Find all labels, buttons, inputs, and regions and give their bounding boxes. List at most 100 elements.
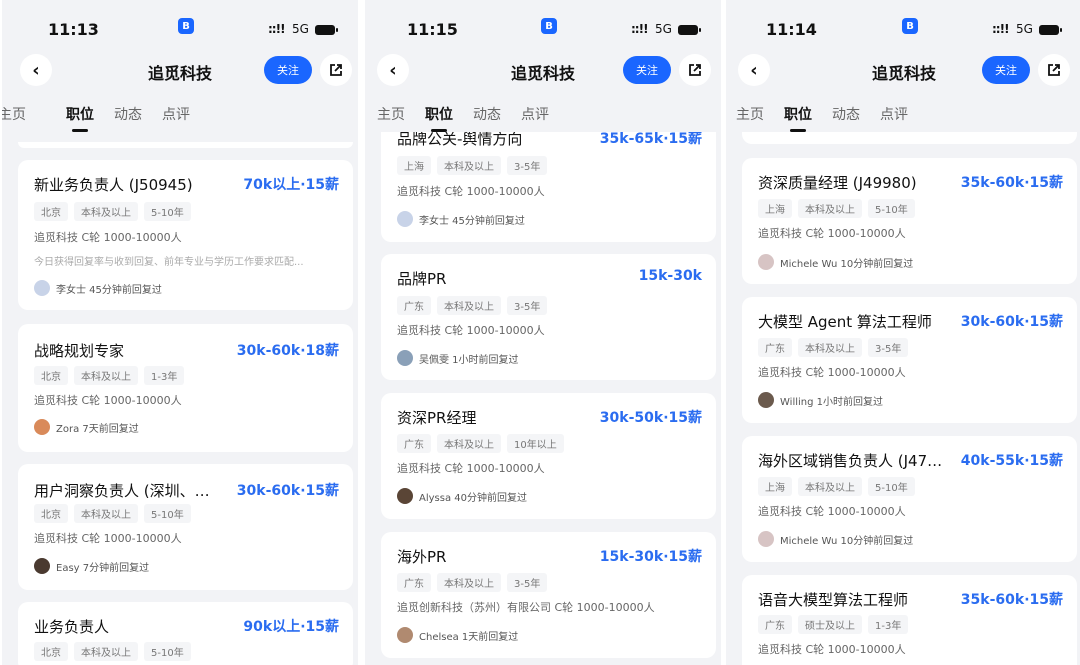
job-tag: 广东 xyxy=(397,434,431,453)
job-card[interactable]: 战略规划专家 30k-60k·18薪 北京 本科及以上 1-3年 追觅科技 C轮… xyxy=(18,324,353,452)
job-salary: 30k-60k·18薪 xyxy=(236,343,339,359)
company-info: 追觅科技 C轮 1000-10000人 xyxy=(758,643,906,656)
job-tags: 广东 本科及以上 3-5年 xyxy=(758,338,909,357)
job-salary: 90k以上·15薪 xyxy=(243,619,339,635)
back-button[interactable]: ‹ xyxy=(20,54,52,86)
job-tag: 北京 xyxy=(34,504,68,523)
job-salary: 35k-60k·15薪 xyxy=(960,592,1063,608)
job-title: 大模型 Agent 算法工程师 xyxy=(758,313,932,331)
tab-home[interactable]: 主页 xyxy=(2,104,26,124)
company-info: 追觅科技 C轮 1000-10000人 xyxy=(758,227,906,240)
job-tags: 北京 本科及以上 5-10年 xyxy=(34,202,191,221)
back-button[interactable]: ‹ xyxy=(738,54,770,86)
recruiter-row: 李女士 45分钟前回复过 xyxy=(34,280,162,296)
follow-button[interactable]: 关注 xyxy=(982,56,1030,84)
job-title: 品牌PR xyxy=(397,270,447,288)
tab-feed[interactable]: 动态 xyxy=(832,104,860,124)
recruiter-status: Willing 1小时前回复过 xyxy=(780,396,884,408)
company-info: 追觅科技 C轮 1000-10000人 xyxy=(397,185,545,198)
job-tag: 1-3年 xyxy=(144,366,185,385)
avatar xyxy=(34,280,50,296)
job-card[interactable]: 品牌公关-舆情方向 35k-65k·15薪 上海 本科及以上 3-5年 追觅科技… xyxy=(381,132,716,242)
avatar xyxy=(34,558,50,574)
job-salary: 35k-60k·15薪 xyxy=(960,175,1063,191)
job-tags: 北京 本科及以上 5-10年 xyxy=(34,642,191,661)
status-bar: 11:14 B ::!! 5G xyxy=(726,0,1080,48)
tab-reviews[interactable]: 点评 xyxy=(521,104,549,124)
job-tags: 上海 本科及以上 3-5年 xyxy=(397,156,548,175)
job-highlight: 今日获得回复率与收到回复、前年专业与学历工作要求匹配... xyxy=(34,257,304,268)
phone-screenshot-1: 11:13 B ::!! 5G ‹ 追觅科技 关注 主页 职位 动态 点评 新业… xyxy=(2,0,358,665)
recruiter-status: Chelsea 1天前回复过 xyxy=(419,631,519,643)
share-button[interactable] xyxy=(320,54,352,86)
share-button[interactable] xyxy=(679,54,711,86)
job-tag: 本科及以上 xyxy=(798,477,862,496)
tab-feed[interactable]: 动态 xyxy=(114,104,142,124)
share-icon xyxy=(689,64,701,76)
job-card[interactable]: 海外PR 15k-30k·15薪 广东 本科及以上 3-5年 追觅创新科技（苏州… xyxy=(381,532,716,658)
avatar xyxy=(758,254,774,270)
signal-icon: ::!! xyxy=(631,22,649,36)
job-card-partial[interactable] xyxy=(18,142,353,148)
recruiter-row: Michele Wu 10分钟前回复过 xyxy=(758,254,913,270)
tab-jobs[interactable]: 职位 xyxy=(425,104,453,132)
job-card[interactable]: 海外区域销售负责人 (J470… 40k-55k·15薪 上海 本科及以上 5-… xyxy=(742,436,1077,562)
company-info: 追觅科技 C轮 1000-10000人 xyxy=(34,231,182,244)
recruiter-status: 李女士 45分钟前回复过 xyxy=(419,215,525,227)
status-time: 11:13 xyxy=(48,20,99,39)
company-header: ‹ 追觅科技 关注 xyxy=(726,52,1080,88)
tab-jobs[interactable]: 职位 xyxy=(66,104,94,132)
job-tag: 5-10年 xyxy=(868,477,915,496)
job-tag: 5-10年 xyxy=(144,642,191,661)
tab-reviews[interactable]: 点评 xyxy=(162,104,190,124)
tab-jobs[interactable]: 职位 xyxy=(784,104,812,132)
job-tags: 上海 本科及以上 5-10年 xyxy=(758,477,915,496)
tab-home[interactable]: 主页 xyxy=(736,104,764,124)
job-card[interactable]: 用户洞察负责人 (深圳、上… 30k-60k·15薪 北京 本科及以上 5-10… xyxy=(18,464,353,590)
share-icon xyxy=(1048,64,1060,76)
job-tag: 本科及以上 xyxy=(74,366,138,385)
chevron-left-icon: ‹ xyxy=(389,59,397,81)
job-card[interactable]: 语音大模型算法工程师 35k-60k·15薪 广东 硕士及以上 1-3年 追觅科… xyxy=(742,575,1077,665)
job-tag: 10年以上 xyxy=(507,434,564,453)
job-salary: 70k以上·15薪 xyxy=(243,177,339,193)
job-tag: 3-5年 xyxy=(507,296,548,315)
job-tags: 广东 硕士及以上 1-3年 xyxy=(758,615,909,634)
job-tag: 广东 xyxy=(397,573,431,592)
job-card[interactable]: 品牌PR 15k-30k 广东 本科及以上 3-5年 追觅科技 C轮 1000-… xyxy=(381,254,716,380)
job-tag: 1-3年 xyxy=(868,615,909,634)
job-title: 海外区域销售负责人 (J470… xyxy=(758,452,948,470)
job-tag: 北京 xyxy=(34,642,68,661)
job-card[interactable]: 资深质量经理 (J49980) 35k-60k·15薪 上海 本科及以上 5-1… xyxy=(742,158,1077,284)
job-tag: 3-5年 xyxy=(507,573,548,592)
tab-home[interactable]: 主页 xyxy=(377,104,405,124)
job-card[interactable]: 资深PR经理 30k-50k·15薪 广东 本科及以上 10年以上 追觅科技 C… xyxy=(381,393,716,519)
share-button[interactable] xyxy=(1038,54,1070,86)
company-header: ‹ 追觅科技 关注 xyxy=(365,52,721,88)
job-title: 业务负责人 xyxy=(34,618,110,636)
job-card[interactable]: 业务负责人 90k以上·15薪 北京 本科及以上 5-10年 xyxy=(18,602,353,665)
recruiter-status: Michele Wu 10分钟前回复过 xyxy=(780,535,914,547)
job-tag: 本科及以上 xyxy=(798,199,862,218)
phone-screenshot-3: 11:14 B ::!! 5G ‹ 追觅科技 关注 主页 职位 动态 点评 资深… xyxy=(726,0,1080,665)
job-card[interactable]: 新业务负责人 (J50945) 70k以上·15薪 北京 本科及以上 5-10年… xyxy=(18,160,353,310)
back-button[interactable]: ‹ xyxy=(377,54,409,86)
job-title: 语音大模型算法工程师 xyxy=(758,591,909,609)
job-tag: 5-10年 xyxy=(868,199,915,218)
status-bar: 11:13 B ::!! 5G xyxy=(2,0,358,48)
network-label: 5G xyxy=(292,22,309,36)
network-label: 5G xyxy=(655,22,672,36)
recruiter-row: Chelsea 1天前回复过 xyxy=(397,627,518,643)
app-badge-icon: B xyxy=(541,18,557,34)
tab-reviews[interactable]: 点评 xyxy=(880,104,908,124)
job-tag: 本科及以上 xyxy=(437,296,501,315)
chevron-left-icon: ‹ xyxy=(750,59,758,81)
avatar xyxy=(397,627,413,643)
follow-button[interactable]: 关注 xyxy=(623,56,671,84)
tab-feed[interactable]: 动态 xyxy=(473,104,501,124)
job-card-partial[interactable] xyxy=(742,132,1077,144)
avatar xyxy=(34,419,50,435)
follow-button[interactable]: 关注 xyxy=(264,56,312,84)
job-card[interactable]: 大模型 Agent 算法工程师 30k-60k·15薪 广东 本科及以上 3-5… xyxy=(742,297,1077,423)
job-tag: 广东 xyxy=(758,615,792,634)
